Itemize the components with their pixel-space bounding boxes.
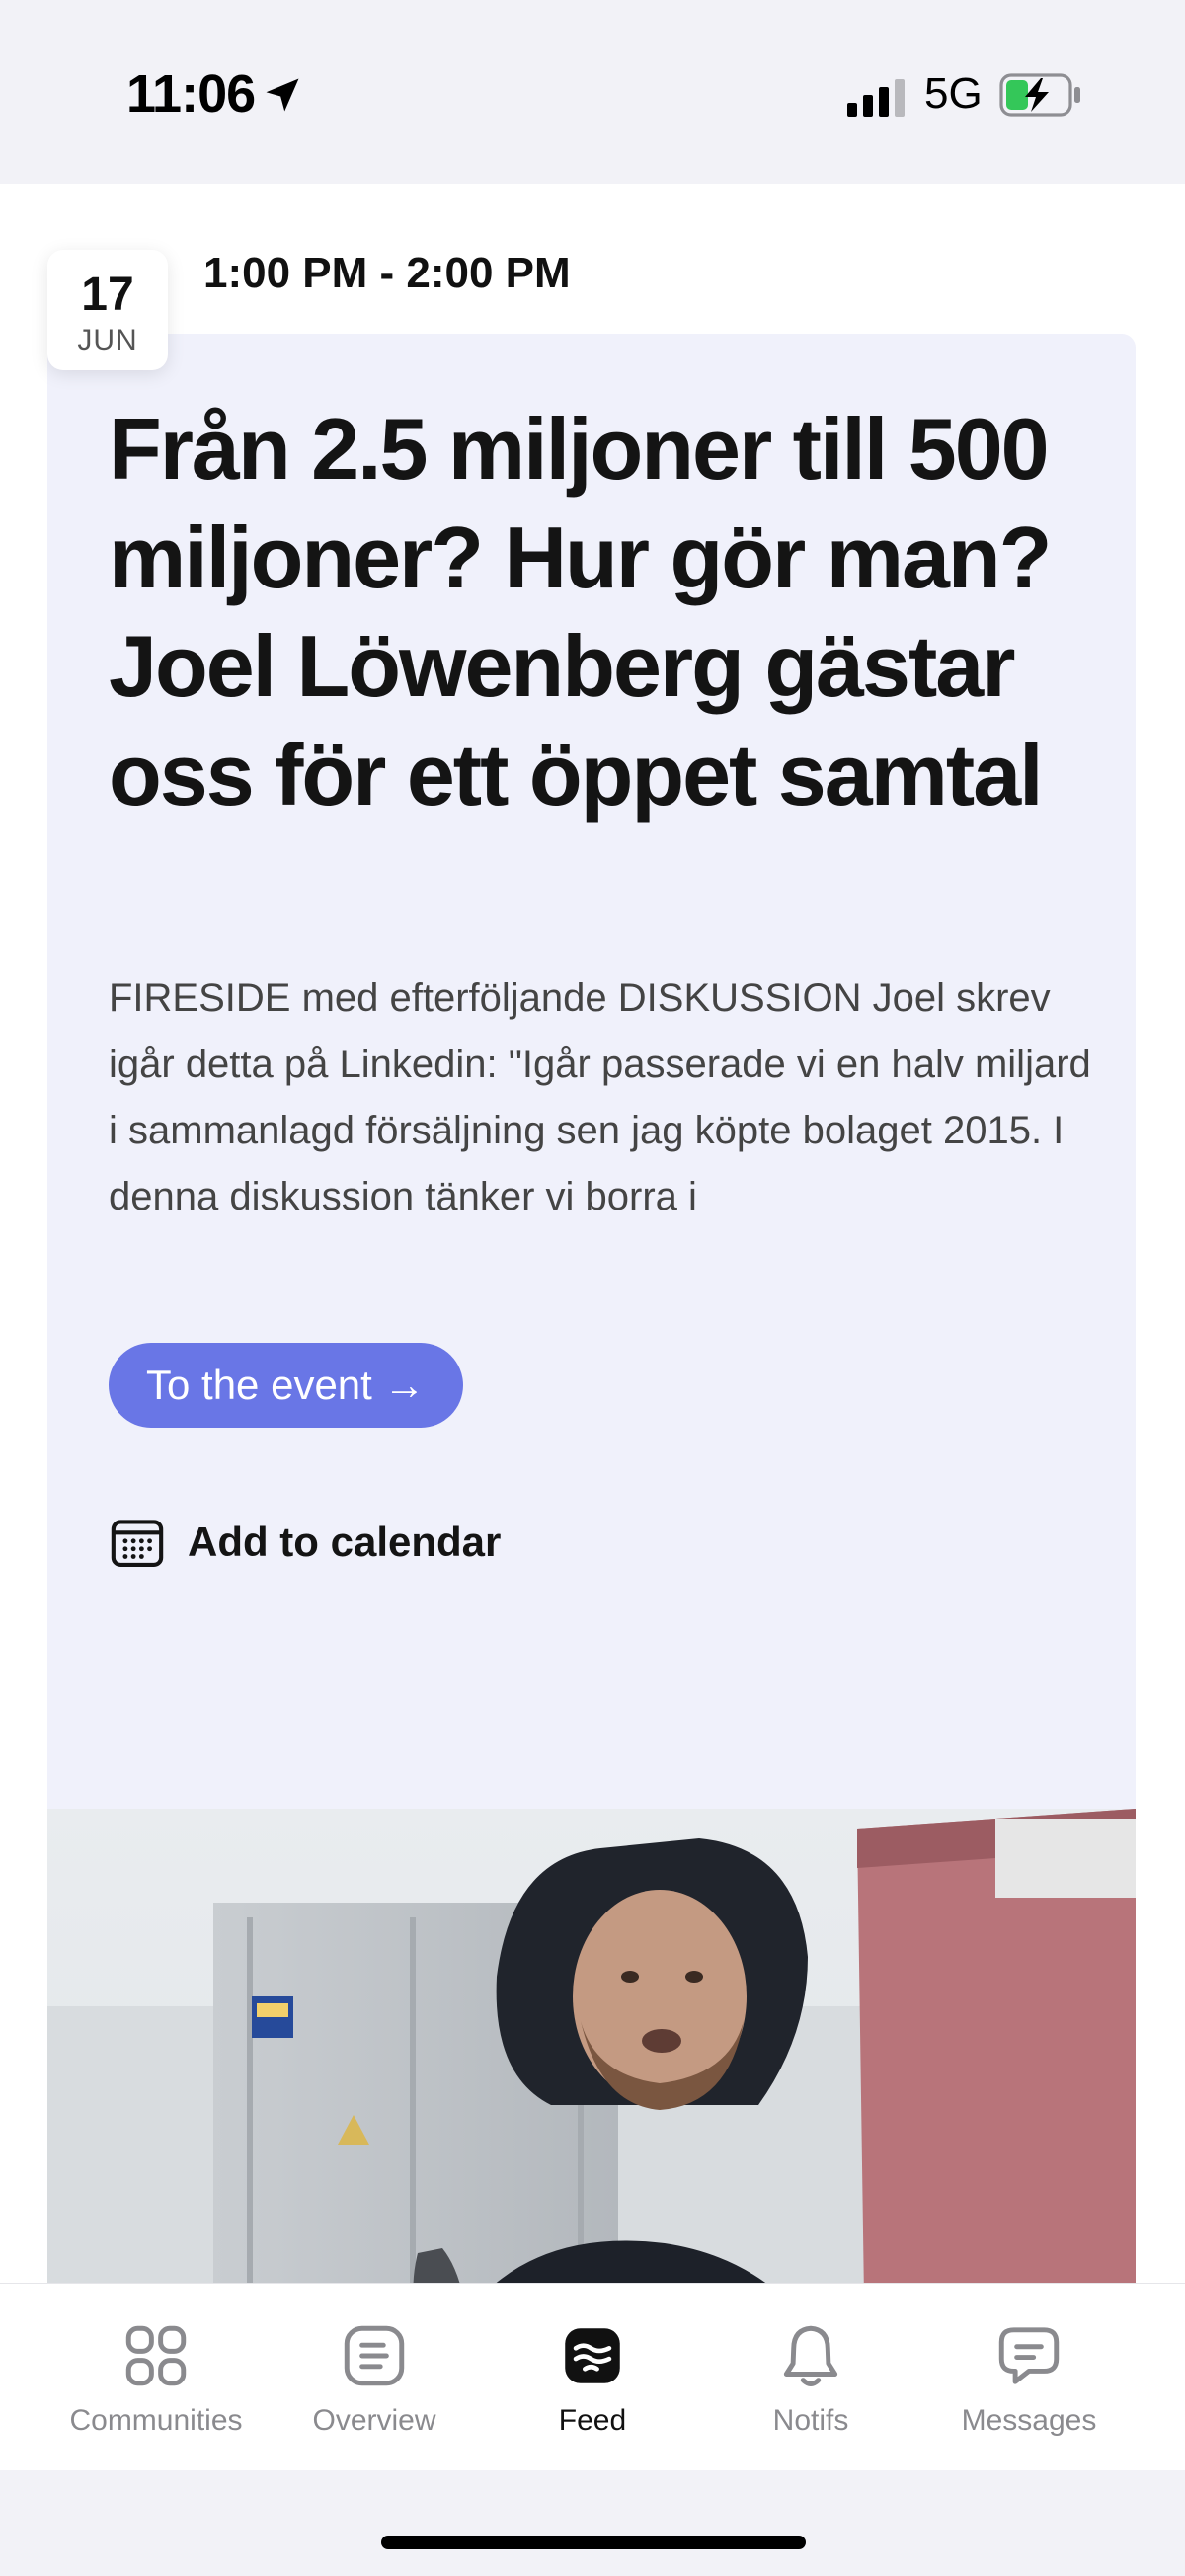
network-type: 5G (924, 69, 983, 117)
tab-notifs-label: Notifs (772, 2404, 849, 2437)
location-arrow-icon (266, 78, 299, 112)
event-date-month: JUN (77, 324, 138, 356)
home-indicator[interactable] (381, 2536, 806, 2549)
bell-icon (783, 2325, 838, 2386)
home-indicator-area (0, 2470, 1185, 2576)
event-date-badge: 17 JUN (47, 250, 168, 370)
tab-communities[interactable]: Communities (57, 2319, 255, 2448)
overview-list-icon (344, 2325, 405, 2386)
event-title[interactable]: Från 2.5 miljoner till 500 miljoner? Hur… (109, 395, 1096, 829)
battery-charging-icon (999, 73, 1080, 117)
bottom-tab-bar: Communities Overview Feed Notifs Message… (0, 2283, 1185, 2470)
tab-overview[interactable]: Overview (276, 2319, 473, 2448)
event-time-range: 1:00 PM - 2:00 PM (203, 249, 571, 297)
feed-waves-icon (565, 2328, 620, 2383)
communities-grid-icon (125, 2325, 187, 2386)
tab-feed[interactable]: Feed (494, 2319, 691, 2448)
chat-bubble-icon (998, 2327, 1060, 2384)
event-description: FIRESIDE med efterföljande DISKUSSION Jo… (109, 976, 1091, 1218)
status-bar: 11:06 5G (0, 0, 1185, 184)
tab-messages-label: Messages (961, 2404, 1097, 2437)
tab-feed-label: Feed (558, 2404, 627, 2437)
to-the-event-button[interactable]: To the event → (109, 1343, 463, 1428)
add-to-calendar-button[interactable]: Add to calendar (109, 1513, 501, 1572)
event-date-day: 17 (81, 269, 134, 321)
event-cover-photo[interactable] (47, 1809, 1136, 2283)
status-time: 11:06 (126, 64, 256, 123)
feed-content[interactable]: 17 JUN 1:00 PM - 2:00 PM Från 2.5 miljon… (0, 184, 1185, 2283)
tab-messages[interactable]: Messages (930, 2319, 1128, 2448)
cell-signal-icon (847, 79, 905, 117)
event-card[interactable]: Från 2.5 miljoner till 500 miljoner? Hur… (47, 334, 1136, 2283)
calendar-icon (111, 1520, 164, 1568)
tab-communities-label: Communities (69, 2404, 243, 2437)
tab-overview-label: Overview (312, 2404, 436, 2437)
add-to-calendar-label: Add to calendar (188, 1519, 502, 1565)
tab-notifs[interactable]: Notifs (712, 2319, 909, 2448)
